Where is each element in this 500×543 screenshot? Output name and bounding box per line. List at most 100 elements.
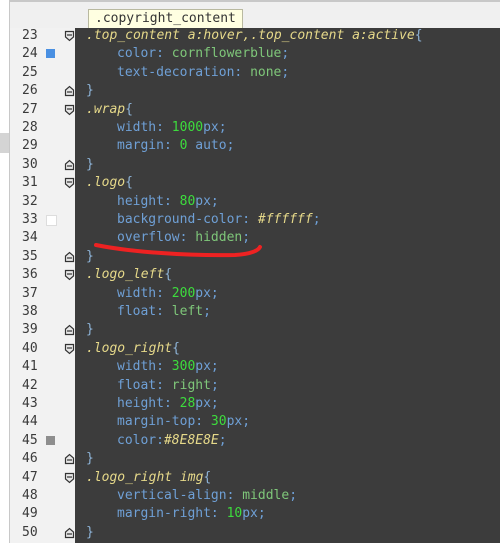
token-sel: .logo: [86, 175, 126, 191]
token-prop: color:: [117, 46, 172, 62]
code-line[interactable]: 36 .logo_left{: [0, 266, 500, 284]
token-hex: #8E8E8E: [163, 432, 219, 448]
code-text: .top_content a:hover,.top_content a:acti…: [86, 27, 423, 45]
token-val: left: [171, 304, 204, 319]
code-text: vertical-align: middle;: [86, 487, 297, 505]
color-swatch-icon: [46, 49, 55, 59]
token-prop: overflow:: [117, 230, 196, 246]
code-text: width: 1000px;: [86, 119, 227, 137]
line-number: 38: [22, 304, 38, 319]
token-sel: .top_content a:hover,.top_content a:acti…: [86, 28, 415, 43]
token-punct: {: [164, 267, 173, 283]
code-line[interactable]: 27 .wrap{: [0, 101, 500, 119]
code-line[interactable]: 47 .logo_right img{: [0, 469, 500, 487]
code-text: .logo{: [86, 174, 133, 192]
fold-end-icon[interactable]: [64, 85, 75, 97]
token-prop: width:: [117, 359, 172, 375]
line-number: 34: [22, 230, 38, 246]
line-number: 40: [22, 340, 38, 356]
code-text: background-color: #ffffff;: [86, 211, 321, 229]
code-line[interactable]: 26}: [0, 82, 500, 100]
line-number: 50: [22, 524, 38, 540]
code-text: width: 300px;: [86, 358, 219, 376]
code-line[interactable]: 39}: [0, 321, 500, 339]
token-prop: width:: [117, 285, 172, 301]
token-prop: vertical-align:: [117, 488, 243, 503]
line-number: 41: [22, 359, 38, 375]
token-unit: px;: [195, 193, 219, 209]
code-line[interactable]: 24 color: cornflowerblue;: [0, 45, 500, 63]
line-number: 46: [22, 451, 38, 467]
code-text: }: [86, 156, 94, 174]
code-line[interactable]: 35}: [0, 248, 500, 266]
fold-end-icon[interactable]: [64, 159, 75, 171]
code-line[interactable]: 42 float: right;: [0, 377, 500, 395]
token-punct: {: [125, 101, 133, 117]
fold-collapse-icon[interactable]: [64, 343, 75, 355]
code-line[interactable]: 45 color:#8E8E8E;: [0, 432, 500, 450]
code-line[interactable]: 38 float: left;: [0, 303, 500, 321]
fold-end-icon[interactable]: [64, 453, 75, 465]
code-text: width: 200px;: [86, 285, 219, 303]
code-line[interactable]: 33 background-color: #ffffff;: [0, 211, 500, 229]
code-line[interactable]: 34 overflow: hidden;: [0, 229, 500, 247]
code-text: float: right;: [86, 377, 219, 395]
code-line[interactable]: 40 .logo_right{: [0, 340, 500, 358]
code-line[interactable]: 31 .logo{: [0, 174, 500, 192]
code-line[interactable]: 29 margin: 0 auto;: [0, 137, 500, 155]
code-text: color: cornflowerblue;: [86, 45, 289, 63]
code-text: height: 28px;: [86, 395, 219, 413]
token-val: middle: [242, 488, 290, 503]
fold-end-icon[interactable]: [64, 527, 75, 539]
code-line[interactable]: 46}: [0, 450, 500, 468]
fold-collapse-icon[interactable]: [64, 104, 75, 116]
code-text: }: [86, 82, 94, 100]
token-prop: ;: [210, 377, 219, 393]
token-sel: .logo_right img: [86, 469, 204, 485]
fold-collapse-icon[interactable]: [64, 269, 75, 281]
code-text: margin-right: 10px;: [86, 505, 266, 523]
code-line[interactable]: 23 .top_content a:hover,.top_content a:ac…: [0, 27, 500, 45]
line-number: 28: [22, 120, 38, 135]
code-line[interactable]: 44 margin-top: 30px;: [0, 413, 500, 431]
fold-collapse-icon[interactable]: [64, 472, 75, 484]
code-line[interactable]: 49 margin-right: 10px;: [0, 505, 500, 523]
line-number: 49: [22, 506, 38, 522]
token-num: 200: [171, 285, 196, 301]
code-line[interactable]: 50}: [0, 524, 500, 542]
code-text: text-decoration: none;: [86, 64, 289, 82]
code-line[interactable]: 28 width: 1000px;: [0, 119, 500, 137]
autocomplete-tooltip[interactable]: .copyright_content: [88, 9, 243, 29]
fold-end-icon[interactable]: [64, 251, 75, 263]
line-number: 37: [22, 285, 38, 301]
code-line[interactable]: 43 height: 28px;: [0, 395, 500, 413]
token-unit: px;: [195, 359, 219, 375]
line-number: 42: [22, 377, 38, 393]
fold-end-icon[interactable]: [64, 324, 75, 336]
line-number: 24: [22, 46, 38, 62]
fold-collapse-icon[interactable]: [64, 30, 75, 42]
line-number: 33: [22, 212, 38, 227]
token-punct: }: [86, 322, 94, 338]
token-unit: px;: [226, 414, 251, 430]
code-line[interactable]: 30}: [0, 156, 500, 174]
code-line[interactable]: 48 vertical-align: middle;: [0, 487, 500, 505]
code-line[interactable]: 25 text-decoration: none;: [0, 64, 500, 82]
line-number: 23: [22, 28, 38, 43]
code-text: float: left;: [86, 303, 211, 321]
code-text: height: 80px;: [86, 193, 219, 211]
code-line[interactable]: 32 height: 80px;: [0, 193, 500, 211]
code-line[interactable]: 41 width: 300px;: [0, 358, 500, 376]
token-num: 300: [171, 359, 196, 375]
line-number: 30: [22, 156, 38, 172]
token-prop: float:: [117, 304, 172, 319]
fold-collapse-icon[interactable]: [64, 177, 75, 189]
code-line[interactable]: 37 width: 200px;: [0, 285, 500, 303]
color-swatch-icon: [46, 215, 57, 226]
line-number: 47: [22, 469, 38, 485]
line-number: 25: [22, 64, 38, 80]
line-number: 26: [22, 83, 38, 99]
token-prop: auto;: [187, 138, 235, 154]
line-number: 27: [22, 101, 38, 117]
line-number: 35: [22, 248, 38, 264]
